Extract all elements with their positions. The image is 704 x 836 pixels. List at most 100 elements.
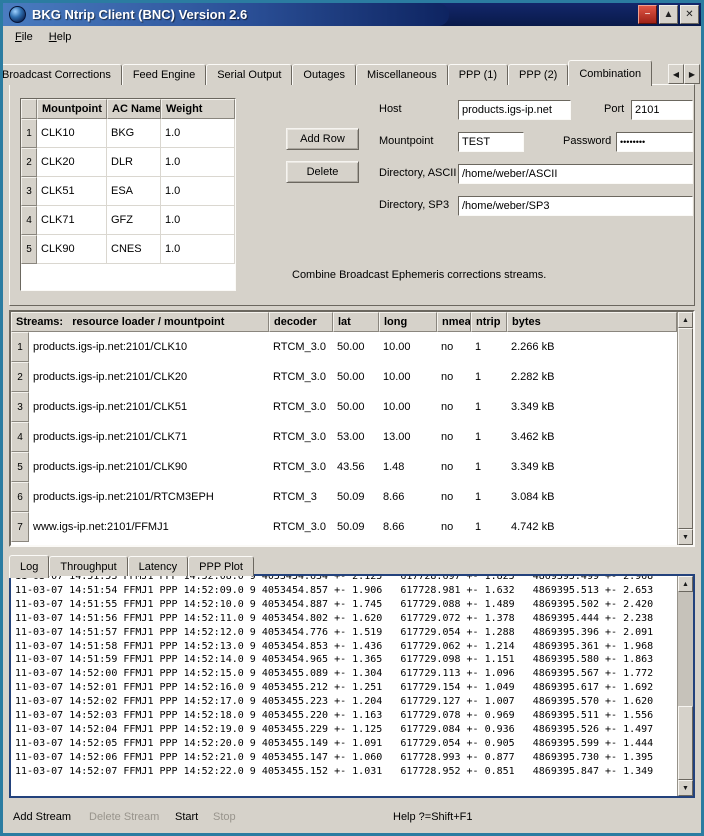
mountpoint-cell[interactable]: CLK51	[37, 177, 107, 206]
delete-stream-button: Delete Stream	[89, 811, 159, 823]
tab-combination[interactable]: Combination	[568, 60, 652, 86]
tab-scroll-left-button[interactable]: ◀	[668, 64, 684, 84]
close-button[interactable]: ✕	[680, 5, 699, 24]
stream-bytes: 2.282 kB	[507, 362, 693, 392]
menu-file[interactable]: File	[7, 29, 41, 45]
delete-button[interactable]: Delete	[286, 161, 359, 183]
stream-lat: 50.09	[333, 512, 379, 542]
log-line: 11-03-07 14:51:58 FFMJ1 PPP 14:52:13.0 9…	[15, 640, 675, 654]
stream-long: 8.66	[379, 512, 437, 542]
start-button[interactable]: Start	[175, 811, 198, 823]
row-header[interactable]: 5	[21, 235, 37, 264]
directory-sp3-input[interactable]	[458, 196, 693, 216]
stream-nmea: no	[437, 452, 471, 482]
stream-row[interactable]: 1 products.igs-ip.net:2101/CLK10 RTCM_3.…	[11, 332, 693, 362]
stream-decoder: RTCM_3.0	[269, 332, 333, 362]
acname-cell[interactable]: GFZ	[107, 206, 161, 235]
scroll-down-icon[interactable]: ▼	[678, 780, 693, 796]
stream-row[interactable]: 6 products.igs-ip.net:2101/RTCM3EPH RTCM…	[11, 482, 693, 512]
tab-throughput[interactable]: Throughput	[49, 556, 127, 576]
stream-row[interactable]: 5 products.igs-ip.net:2101/CLK90 RTCM_3.…	[11, 452, 693, 482]
stream-row[interactable]: 7 www.igs-ip.net:2101/FFMJ1 RTCM_3.0 50.…	[11, 512, 693, 542]
log-text: 11-03-07 14:51:53 FFMJ1 PPP 14:52:08.0 9…	[15, 576, 675, 796]
stream-bytes: 2.266 kB	[507, 332, 693, 362]
tab-broadcast-corrections[interactable]: Broadcast Corrections	[0, 64, 122, 85]
col-header-lat[interactable]: lat	[333, 312, 379, 332]
bnc-window: BKG Ntrip Client (BNC) Version 2.6 − ▲ ✕…	[0, 0, 704, 836]
password-input[interactable]	[616, 132, 693, 152]
tab-serial-output[interactable]: Serial Output	[206, 64, 292, 85]
col-header-ntrip[interactable]: ntrip	[471, 312, 507, 332]
tab-outages[interactable]: Outages	[292, 64, 356, 85]
col-header-nmea[interactable]: nmea	[437, 312, 471, 332]
mountpoint-input[interactable]	[458, 132, 524, 152]
maximize-button[interactable]: ▲	[659, 5, 678, 24]
tab-log[interactable]: Log	[9, 555, 49, 578]
directory-ascii-input[interactable]	[458, 164, 693, 184]
row-header[interactable]: 3	[21, 177, 37, 206]
col-header-weight[interactable]: Weight	[161, 99, 235, 119]
row-header[interactable]: 4	[21, 206, 37, 235]
scroll-up-icon[interactable]: ▲	[678, 576, 693, 592]
tab-feed-engine[interactable]: Feed Engine	[122, 64, 206, 85]
log-line: 11-03-07 14:51:56 FFMJ1 PPP 14:52:11.0 9…	[15, 612, 675, 626]
scroll-up-icon[interactable]: ▲	[678, 312, 693, 328]
stream-bytes: 3.462 kB	[507, 422, 693, 452]
directory-sp3-label: Directory, SP3	[379, 199, 449, 211]
acname-cell[interactable]: CNES	[107, 235, 161, 264]
log-line: 11-03-07 14:52:01 FFMJ1 PPP 14:52:16.0 9…	[15, 681, 675, 695]
tab-scroll-right-button[interactable]: ▶	[684, 64, 700, 84]
weight-cell[interactable]: 1.0	[161, 206, 235, 235]
password-label: Password	[563, 135, 611, 147]
mountpoint-cell[interactable]: CLK10	[37, 119, 107, 148]
mountpoint-cell[interactable]: CLK20	[37, 148, 107, 177]
stream-nmea: no	[437, 482, 471, 512]
mountpoint-cell[interactable]: CLK90	[37, 235, 107, 264]
stream-lat: 50.00	[333, 332, 379, 362]
log-panel: 11-03-07 14:51:53 FFMJ1 PPP 14:52:08.0 9…	[9, 574, 695, 798]
tab-latency[interactable]: Latency	[128, 556, 189, 576]
host-input[interactable]	[458, 100, 571, 120]
port-input[interactable]	[631, 100, 693, 120]
stream-mountpoint: products.igs-ip.net:2101/CLK90	[29, 452, 269, 482]
stream-decoder: RTCM_3.0	[269, 362, 333, 392]
scrollbar-thumb[interactable]	[678, 328, 693, 529]
titlebar[interactable]: BKG Ntrip Client (BNC) Version 2.6 − ▲ ✕	[3, 3, 701, 26]
col-header-decoder[interactable]: decoder	[269, 312, 333, 332]
col-header-mountpoint[interactable]: Mountpoint	[37, 99, 107, 119]
row-header[interactable]: 1	[21, 119, 37, 148]
minimize-button[interactable]: −	[638, 5, 657, 24]
streams-scrollbar[interactable]: ▲ ▼	[677, 312, 693, 545]
row-header[interactable]: 2	[21, 148, 37, 177]
acname-cell[interactable]: ESA	[107, 177, 161, 206]
acname-cell[interactable]: DLR	[107, 148, 161, 177]
menu-help[interactable]: Help	[41, 29, 80, 45]
col-header-acname[interactable]: AC Name	[107, 99, 161, 119]
stream-row[interactable]: 3 products.igs-ip.net:2101/CLK51 RTCM_3.…	[11, 392, 693, 422]
stream-row[interactable]: 4 products.igs-ip.net:2101/CLK71 RTCM_3.…	[11, 422, 693, 452]
tab-ppp-plot[interactable]: PPP Plot	[188, 556, 254, 576]
weight-cell[interactable]: 1.0	[161, 177, 235, 206]
tab-miscellaneous[interactable]: Miscellaneous	[356, 64, 448, 85]
col-header-streams[interactable]: Streams: resource loader / mountpoint	[11, 312, 269, 332]
stream-row[interactable]: 2 products.igs-ip.net:2101/CLK20 RTCM_3.…	[11, 362, 693, 392]
stream-ntrip: 1	[471, 452, 507, 482]
mountpoint-cell[interactable]: CLK71	[37, 206, 107, 235]
add-stream-button[interactable]: Add Stream	[13, 811, 71, 823]
stream-decoder: RTCM_3.0	[269, 452, 333, 482]
col-header-long[interactable]: long	[379, 312, 437, 332]
log-scrollbar[interactable]: ▲ ▼	[677, 576, 693, 796]
scrollbar-thumb[interactable]	[678, 706, 693, 780]
tab-ppp-2[interactable]: PPP (2)	[508, 64, 568, 85]
weight-cell[interactable]: 1.0	[161, 119, 235, 148]
weight-cell[interactable]: 1.0	[161, 235, 235, 264]
add-row-button[interactable]: Add Row	[286, 128, 359, 150]
stream-mountpoint: www.igs-ip.net:2101/FFMJ1	[29, 512, 269, 542]
stream-lat: 43.56	[333, 452, 379, 482]
tab-ppp-1[interactable]: PPP (1)	[448, 64, 508, 85]
scroll-down-icon[interactable]: ▼	[678, 529, 693, 545]
weight-cell[interactable]: 1.0	[161, 148, 235, 177]
stream-lat: 53.00	[333, 422, 379, 452]
col-header-bytes[interactable]: bytes	[507, 312, 677, 332]
acname-cell[interactable]: BKG	[107, 119, 161, 148]
